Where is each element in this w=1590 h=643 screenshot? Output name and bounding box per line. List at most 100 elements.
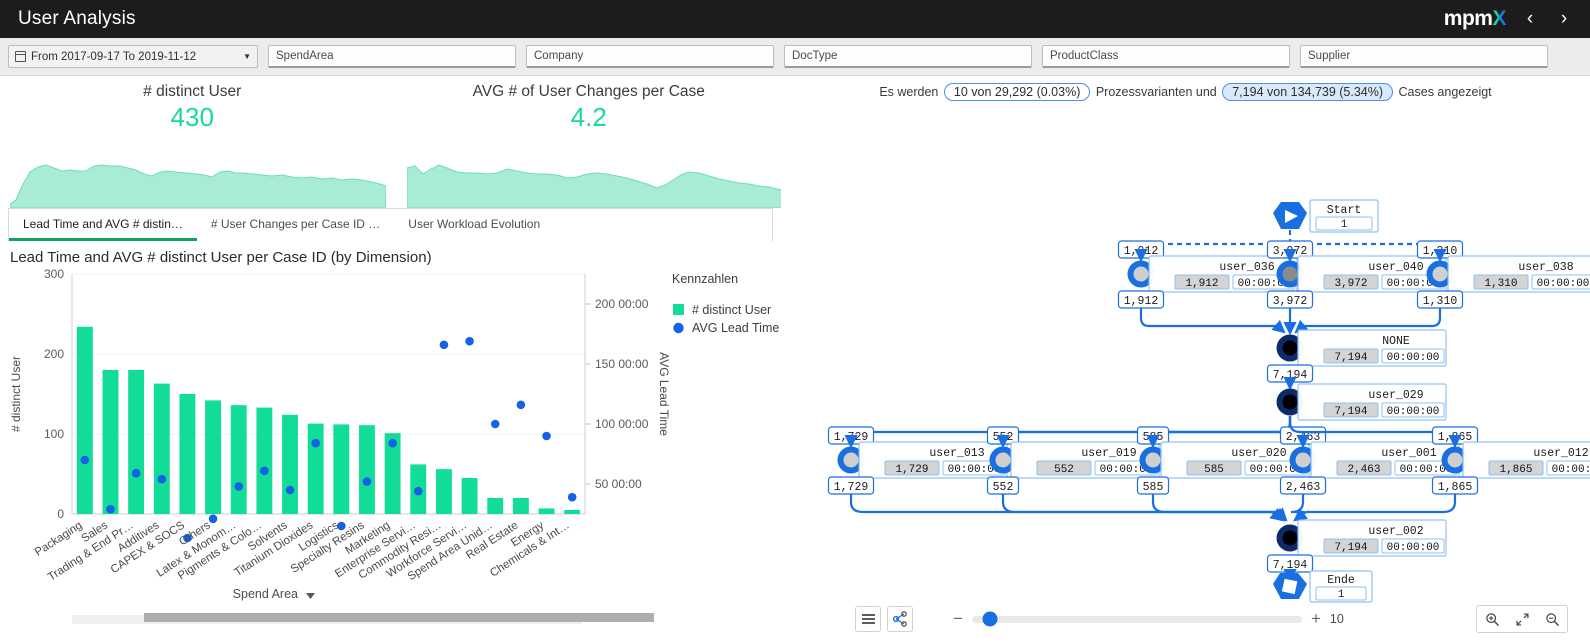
process-node-user_012[interactable]: user_0121,865 00:00:00 [1441,441,1590,479]
svg-text:7,194: 7,194 [1334,406,1367,418]
svg-text:user_002: user_002 [1368,525,1423,538]
svg-text:552: 552 [993,481,1014,494]
svg-text:7,194: 7,194 [1334,542,1367,554]
svg-text:Kennzahlen: Kennzahlen [672,272,738,286]
zoom-out-icon[interactable] [1537,606,1567,632]
process-node-NONE[interactable]: NONE 7,194 00:00:00 [1276,329,1447,367]
zoom-decrease-button[interactable]: − [953,609,963,629]
filter-doctype[interactable]: DocType [784,45,1032,68]
svg-text:NONE: NONE [1382,335,1410,348]
tab-user-workload[interactable]: User Workload Evolution [394,209,554,241]
edge-out-user_036: 1,912 [1117,290,1165,309]
svg-text:user_029: user_029 [1368,389,1423,402]
edge-out-user_020: 585 [1136,476,1170,495]
kpi-value: 430 [170,102,214,132]
svg-text:300: 300 [44,267,64,281]
next-page-icon[interactable]: › [1554,8,1574,30]
kpi-row: # distinct User 430 AVG # of User Change… [0,76,783,208]
process-node-user_029[interactable]: user_0297,194 00:00:00 [1276,383,1447,421]
date-range-label: From 2017-09-17 To 2019-11-12 [31,50,197,63]
svg-text:00:00:00: 00:00:00 [1387,352,1440,364]
svg-text:00:00:00: 00:00:00 [1537,278,1590,290]
logo-accent: X [1492,7,1506,30]
tab-user-changes[interactable]: # User Changes per Case ID … [197,209,394,241]
process-node-user_019[interactable]: user_019552 00:00:00 [989,441,1160,479]
svg-text:1,865: 1,865 [1438,481,1473,494]
process-node-user_038[interactable]: user_0381,310 00:00:00 [1426,255,1590,293]
header-right-group: mpmX ‹ › [1444,7,1590,31]
filter-spendarea[interactable]: SpendArea [268,45,516,68]
filter-supplier[interactable]: Supplier [1300,45,1548,68]
filter-bar: From 2017-09-17 To 2019-11-12 ▼ SpendAre… [0,38,1590,76]
chart-hscrollbar-thumb[interactable] [144,613,654,622]
svg-text:user_038: user_038 [1518,261,1573,274]
svg-text:100: 100 [44,427,64,441]
calendar-icon [15,51,26,62]
svg-text:user_013: user_013 [929,447,984,460]
svg-text:552: 552 [1054,464,1074,476]
chart-hscrollbar-track[interactable] [72,613,654,624]
process-node-user_036[interactable]: user_0361,912 00:00:00 [1127,255,1298,293]
edge-out-user_013: 1,729 [827,476,875,495]
process-start-node[interactable]: Start 1 [1273,199,1379,233]
zoom-increase-button[interactable]: + [1311,609,1321,629]
chevron-down-icon: ▼ [243,52,251,61]
combo-chart[interactable]: 0 100 200 300 50 00:00 100 00:00 150 00:00 200 … [0,266,781,626]
svg-text:0: 0 [57,507,64,521]
zoom-slider-thumb[interactable] [982,611,998,627]
zoom-slider-track[interactable] [971,611,1302,627]
svg-text:1,310: 1,310 [1484,278,1517,290]
case-count-pill[interactable]: 7,194 von 134,739 (5.34%) [1222,83,1394,101]
process-node-user_040[interactable]: user_0403,972 00:00:00 [1276,255,1447,293]
notice-middle: Prozessvarianten und [1095,85,1217,99]
svg-text:# distinct User: # distinct User [692,303,771,317]
process-graph[interactable]: Start1 1,912user_0361,912 00:00:001,912 3,9… [781,110,1590,610]
svg-text:150 00:00: 150 00:00 [595,357,649,371]
process-node-user_001[interactable]: user_0012,463 00:00:00 [1289,441,1460,479]
svg-text:user_019: user_019 [1081,447,1136,460]
svg-text:100 00:00: 100 00:00 [595,417,649,431]
logo-text: mpm [1443,7,1493,30]
svg-text:200: 200 [44,347,64,361]
filter-company[interactable]: Company [526,45,774,68]
process-node-user_002[interactable]: user_0027,194 00:00:00 [1276,519,1447,557]
graph-zoom-controls [1476,605,1568,633]
svg-text:3,972: 3,972 [1334,278,1367,290]
svg-text:user_036: user_036 [1219,261,1274,274]
prev-page-icon[interactable]: ‹ [1520,8,1540,30]
svg-text:7,194: 7,194 [1273,559,1308,572]
svg-text:3,972: 3,972 [1273,295,1308,308]
svg-text:200 00:00: 200 00:00 [595,297,649,311]
svg-text:1,310: 1,310 [1423,295,1458,308]
zoom-in-icon[interactable] [1477,606,1507,632]
right-panel: Es werden 10 von 29,292 (0.03%) Prozessv… [781,76,1590,643]
tab-lead-time[interactable]: Lead Time and AVG # distin… [9,209,197,241]
notice-suffix: Cases angezeigt [1398,85,1492,99]
edge-out-user_019: 552 [986,476,1020,495]
svg-text:AVG Lead Time: AVG Lead Time [692,321,779,335]
fit-screen-icon[interactable] [1507,606,1537,632]
svg-text:585: 585 [1143,431,1164,444]
chart-tabs-container: Lead Time and AVG # distin… # User Chang… [8,208,773,241]
svg-text:1,912: 1,912 [1185,278,1218,290]
graph-nodes-icon[interactable] [887,606,913,632]
process-node-user_013[interactable]: user_0131,729 00:00:00 [837,441,1008,479]
filter-productclass[interactable]: ProductClass [1042,45,1290,68]
svg-text:1,729: 1,729 [895,464,928,476]
kpi-title: AVG # of User Changes per Case [472,83,705,100]
chart-heading: Lead Time and AVG # distinct User per Ca… [10,249,432,266]
svg-text:00:00:00: 00:00:00 [1552,464,1590,476]
date-range-picker[interactable]: From 2017-09-17 To 2019-11-12 ▼ [8,45,258,68]
hamburger-icon[interactable] [855,606,881,632]
edge-out-user_001: 2,463 [1279,476,1327,495]
zoom-slider-group: − + 10 [953,609,1344,629]
process-node-user_020[interactable]: user_020585 00:00:00 [1139,441,1310,479]
edge-out-NONE: 7,194 [1266,364,1314,383]
edge-out-user_002: 7,194 [1266,554,1314,573]
svg-text:user_020: user_020 [1231,447,1286,460]
variant-count-pill[interactable]: 10 von 29,292 (0.03%) [943,83,1091,101]
edge-out-user_040: 3,972 [1266,290,1314,309]
start-count: 1 [1341,219,1348,231]
kpi-avg-user-changes: AVG # of User Changes per Case 4.2 [397,76,783,208]
svg-text:user_012: user_012 [1533,447,1588,460]
